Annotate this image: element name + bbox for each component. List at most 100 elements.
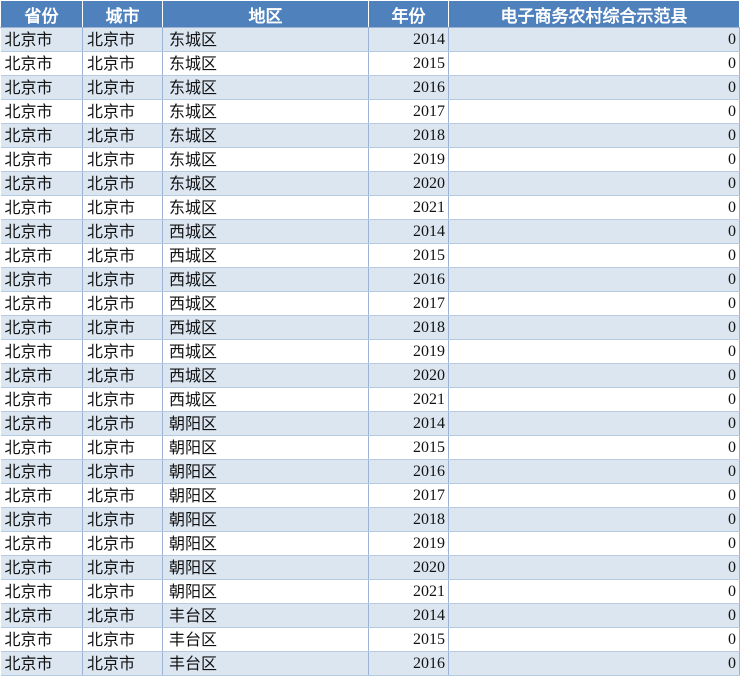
header-year[interactable]: 年份: [368, 0, 449, 28]
cell-district[interactable]: 西城区: [162, 219, 369, 244]
cell-city[interactable]: 北京市: [82, 123, 163, 148]
cell-ecommerce-demo-county[interactable]: 0: [448, 99, 740, 124]
cell-city[interactable]: 北京市: [82, 579, 163, 604]
cell-city[interactable]: 北京市: [82, 147, 163, 172]
header-district[interactable]: 地区: [162, 0, 369, 28]
cell-ecommerce-demo-county[interactable]: 0: [448, 171, 740, 196]
cell-year[interactable]: 2016: [368, 459, 449, 484]
cell-year[interactable]: 2014: [368, 27, 449, 52]
cell-city[interactable]: 北京市: [82, 27, 163, 52]
cell-year[interactable]: 2017: [368, 99, 449, 124]
cell-province[interactable]: 北京市: [0, 75, 83, 100]
cell-year[interactable]: 2015: [368, 435, 449, 460]
cell-year[interactable]: 2020: [368, 555, 449, 580]
cell-year[interactable]: 2017: [368, 483, 449, 508]
cell-year[interactable]: 2014: [368, 603, 449, 628]
cell-year[interactable]: 2014: [368, 411, 449, 436]
cell-ecommerce-demo-county[interactable]: 0: [448, 459, 740, 484]
cell-province[interactable]: 北京市: [0, 387, 83, 412]
header-province[interactable]: 省份: [0, 0, 83, 28]
cell-city[interactable]: 北京市: [82, 243, 163, 268]
cell-district[interactable]: 朝阳区: [162, 555, 369, 580]
cell-province[interactable]: 北京市: [0, 219, 83, 244]
cell-year[interactable]: 2016: [368, 267, 449, 292]
cell-city[interactable]: 北京市: [82, 555, 163, 580]
cell-year[interactable]: 2015: [368, 627, 449, 652]
cell-province[interactable]: 北京市: [0, 627, 83, 652]
cell-city[interactable]: 北京市: [82, 507, 163, 532]
cell-district[interactable]: 西城区: [162, 291, 369, 316]
cell-district[interactable]: 西城区: [162, 339, 369, 364]
cell-year[interactable]: 2018: [368, 507, 449, 532]
cell-ecommerce-demo-county[interactable]: 0: [448, 243, 740, 268]
cell-district[interactable]: 朝阳区: [162, 531, 369, 556]
cell-city[interactable]: 北京市: [82, 171, 163, 196]
cell-ecommerce-demo-county[interactable]: 0: [448, 219, 740, 244]
cell-ecommerce-demo-county[interactable]: 0: [448, 267, 740, 292]
cell-ecommerce-demo-county[interactable]: 0: [448, 195, 740, 220]
cell-city[interactable]: 北京市: [82, 75, 163, 100]
cell-city[interactable]: 北京市: [82, 291, 163, 316]
cell-ecommerce-demo-county[interactable]: 0: [448, 387, 740, 412]
cell-city[interactable]: 北京市: [82, 51, 163, 76]
cell-province[interactable]: 北京市: [0, 147, 83, 172]
cell-ecommerce-demo-county[interactable]: 0: [448, 51, 740, 76]
cell-city[interactable]: 北京市: [82, 363, 163, 388]
cell-city[interactable]: 北京市: [82, 411, 163, 436]
cell-district[interactable]: 东城区: [162, 75, 369, 100]
cell-ecommerce-demo-county[interactable]: 0: [448, 123, 740, 148]
cell-year[interactable]: 2021: [368, 387, 449, 412]
cell-province[interactable]: 北京市: [0, 603, 83, 628]
cell-province[interactable]: 北京市: [0, 435, 83, 460]
cell-district[interactable]: 西城区: [162, 243, 369, 268]
cell-province[interactable]: 北京市: [0, 27, 83, 52]
cell-year[interactable]: 2020: [368, 363, 449, 388]
cell-province[interactable]: 北京市: [0, 291, 83, 316]
cell-district[interactable]: 朝阳区: [162, 507, 369, 532]
cell-province[interactable]: 北京市: [0, 483, 83, 508]
cell-district[interactable]: 东城区: [162, 27, 369, 52]
cell-district[interactable]: 丰台区: [162, 651, 369, 676]
cell-city[interactable]: 北京市: [82, 603, 163, 628]
cell-ecommerce-demo-county[interactable]: 0: [448, 627, 740, 652]
cell-ecommerce-demo-county[interactable]: 0: [448, 339, 740, 364]
cell-district[interactable]: 东城区: [162, 171, 369, 196]
cell-city[interactable]: 北京市: [82, 99, 163, 124]
cell-district[interactable]: 朝阳区: [162, 459, 369, 484]
cell-ecommerce-demo-county[interactable]: 0: [448, 555, 740, 580]
cell-ecommerce-demo-county[interactable]: 0: [448, 291, 740, 316]
cell-year[interactable]: 2017: [368, 291, 449, 316]
cell-city[interactable]: 北京市: [82, 531, 163, 556]
cell-province[interactable]: 北京市: [0, 243, 83, 268]
cell-city[interactable]: 北京市: [82, 483, 163, 508]
cell-province[interactable]: 北京市: [0, 195, 83, 220]
cell-year[interactable]: 2015: [368, 51, 449, 76]
cell-year[interactable]: 2020: [368, 171, 449, 196]
cell-province[interactable]: 北京市: [0, 459, 83, 484]
cell-year[interactable]: 2019: [368, 531, 449, 556]
cell-province[interactable]: 北京市: [0, 123, 83, 148]
cell-city[interactable]: 北京市: [82, 315, 163, 340]
cell-district[interactable]: 东城区: [162, 147, 369, 172]
cell-year[interactable]: 2016: [368, 651, 449, 676]
cell-district[interactable]: 东城区: [162, 99, 369, 124]
cell-province[interactable]: 北京市: [0, 267, 83, 292]
cell-district[interactable]: 东城区: [162, 123, 369, 148]
cell-district[interactable]: 西城区: [162, 315, 369, 340]
cell-district[interactable]: 朝阳区: [162, 579, 369, 604]
cell-year[interactable]: 2015: [368, 243, 449, 268]
cell-ecommerce-demo-county[interactable]: 0: [448, 507, 740, 532]
cell-district[interactable]: 东城区: [162, 195, 369, 220]
cell-province[interactable]: 北京市: [0, 555, 83, 580]
cell-ecommerce-demo-county[interactable]: 0: [448, 315, 740, 340]
cell-ecommerce-demo-county[interactable]: 0: [448, 579, 740, 604]
cell-year[interactable]: 2018: [368, 315, 449, 340]
cell-province[interactable]: 北京市: [0, 315, 83, 340]
cell-ecommerce-demo-county[interactable]: 0: [448, 27, 740, 52]
cell-year[interactable]: 2021: [368, 579, 449, 604]
cell-district[interactable]: 丰台区: [162, 603, 369, 628]
cell-year[interactable]: 2016: [368, 75, 449, 100]
cell-district[interactable]: 西城区: [162, 363, 369, 388]
cell-district[interactable]: 西城区: [162, 387, 369, 412]
cell-city[interactable]: 北京市: [82, 651, 163, 676]
